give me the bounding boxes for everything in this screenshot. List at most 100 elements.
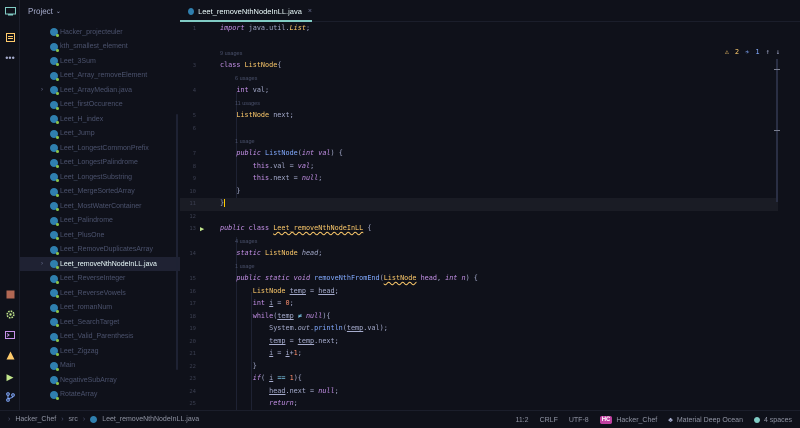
chevron-right-icon[interactable]: › [41,87,43,93]
java-class-icon [50,274,59,284]
tree-item[interactable]: kth_smallest_element [20,40,180,54]
tree-item[interactable]: Leet_Array_removeElement [20,69,180,83]
line-number: 4 [192,88,196,94]
breadcrumb-project[interactable]: Hacker_Chef [15,416,56,423]
tree-item-label: Leet_firstOccurence [60,101,123,108]
stripe-marker[interactable] [774,69,780,70]
project-widget[interactable]: HC Hacker_Chef [599,416,657,424]
chevron-right-icon: › [82,416,86,423]
usage-hint[interactable]: 6 usages [235,76,257,82]
tree-item[interactable]: Leet_Zigzag [20,344,180,358]
tree-item[interactable]: Leet_Jump [20,127,180,141]
tree-item-label: Leet_MostWaterContainer [60,202,142,210]
line-number: 20 [189,339,196,345]
theme-widget[interactable]: ♣ Material Deep Ocean [668,417,743,424]
file-encoding[interactable]: UTF-8 [569,417,589,424]
code-text: } [220,187,241,195]
tree-item-label: NegativeSubArray [60,376,117,384]
breadcrumb-file[interactable]: Leet_removeNthNodeInLL.java [102,416,199,423]
tree-item-label: Leet_removeNthNodeInLL.java [60,260,157,268]
line-number: 8 [192,164,196,170]
run-icon[interactable]: ▶ [3,370,17,384]
tree-item-label: Leet_LongestCommonPrefix [60,144,149,152]
tree-item[interactable]: Leet_H_index [20,112,180,126]
arrow-down-icon[interactable]: ↓ [776,48,780,56]
tree-item[interactable]: Leet_LongestCommonPrefix [20,141,180,155]
inspection-widget[interactable]: ⚠ 2 ≁ 1 ↑ ↓ [725,48,780,56]
java-class-icon [50,332,59,342]
terminal-icon[interactable] [3,328,17,342]
usage-hint[interactable]: 9 usages [220,51,242,57]
breadcrumb-folder[interactable]: src [69,416,78,423]
code-editor[interactable]: 1 import java.util.List; 9 usages 3 clas… [180,22,800,425]
usage-hint[interactable]: 11 usages [235,101,260,107]
tree-item[interactable]: Leet_PlusOne [20,228,180,242]
project-tool-icon[interactable] [3,4,17,18]
tree-item[interactable]: NegativeSubArray [20,373,180,387]
java-class-icon [50,376,59,385]
chevron-right-icon[interactable]: › [41,261,43,267]
caret-position[interactable]: 11:2 [515,417,528,424]
usage-hint-line: 9 usages [180,48,778,61]
typo-count: 1 [755,48,760,56]
settings-gear-icon[interactable] [3,307,17,321]
project-tree: Hacker_projecteuler kth_smallest_element L… [20,22,180,410]
services-icon[interactable] [3,287,17,301]
tree-item[interactable]: Leet_Valid_Parenthesis [20,330,180,344]
tree-item[interactable]: Leet_Palindrome [20,214,180,228]
line-ending[interactable]: CRLF [540,417,558,424]
tree-item[interactable]: Leet_LongestPalindrome [20,156,180,170]
tree-item[interactable]: RotateArray [20,388,180,402]
problems-icon[interactable] [3,348,17,362]
java-class-icon [50,28,59,37]
tree-item[interactable]: Leet_RemoveDuplicatesArray [20,243,180,257]
code-text: } [220,362,257,370]
code-line: 22 } [180,361,778,374]
tree-item[interactable]: Leet_3Sum [20,54,180,68]
more-tools-icon[interactable]: ••• [3,51,17,65]
tree-item[interactable]: Main [20,359,180,373]
bookmarks-icon[interactable] [3,30,17,44]
java-class-icon [50,202,59,211]
code-line: 9 this.next = null; [180,173,778,186]
tree-item[interactable]: Leet_MostWaterContainer [20,199,180,213]
run-gutter-icon[interactable]: ▶ [200,225,204,233]
git-branch-icon[interactable] [3,390,17,404]
usage-hint[interactable]: 1 usage [235,139,255,145]
project-panel-header[interactable]: Project ⌄ [20,0,180,22]
close-icon[interactable]: × [308,8,312,15]
indent-widget[interactable]: 4 spaces [753,417,792,424]
arrow-up-icon[interactable]: ↑ [766,48,770,56]
line-number: 14 [189,251,196,257]
tree-item[interactable]: Leet_ReverseVowels [20,286,180,300]
java-class-icon [50,144,59,153]
tab-leet-removenthnodeinll[interactable]: Leet_removeNthNodeInLL.java × [180,0,312,22]
tree-item[interactable]: Hacker_projecteuler [20,25,180,39]
code-line: 4 int val; [180,85,778,98]
java-file-icon [188,7,195,15]
tree-item[interactable]: Leet_ReverseInteger [20,272,180,286]
tree-item-label: Hacker_projecteuler [60,28,123,36]
tree-item[interactable]: Leet_romanNum [20,301,180,315]
tree-item[interactable]: Leet_LongestSubstring [20,170,180,184]
code-line: 21 i = i+1; [180,348,778,361]
tree-item[interactable]: › Leet_removeNthNodeInLL.java [20,257,180,271]
breadcrumb: › Hacker_Chef › src › Leet_removeNthNode… [8,416,199,423]
usage-hint-line: 11 usages [180,98,778,111]
code-line: 8 this.val = val; [180,161,778,174]
tree-item[interactable]: Leet_MergeSortedArray [20,185,180,199]
tree-scrollbar[interactable] [176,114,178,370]
tree-item[interactable]: Leet_SearchTarget [20,315,180,329]
tree-item-label: RotateArray [60,391,98,398]
stripe-marker[interactable] [774,130,780,131]
tree-item-label: Main [60,362,76,369]
code-text: int val; [236,86,270,94]
java-class-icon [50,158,59,168]
usage-hint[interactable]: 1 usage [235,264,255,270]
usage-hint[interactable]: 4 usages [235,239,257,245]
chevron-down-icon[interactable]: ⌄ [56,8,61,15]
line-number: 25 [189,401,196,407]
tree-item[interactable]: › Leet_ArrayMedian.java [20,83,180,97]
tree-item[interactable]: Leet_firstOccurence [20,98,180,112]
line-number: 3 [192,63,196,69]
